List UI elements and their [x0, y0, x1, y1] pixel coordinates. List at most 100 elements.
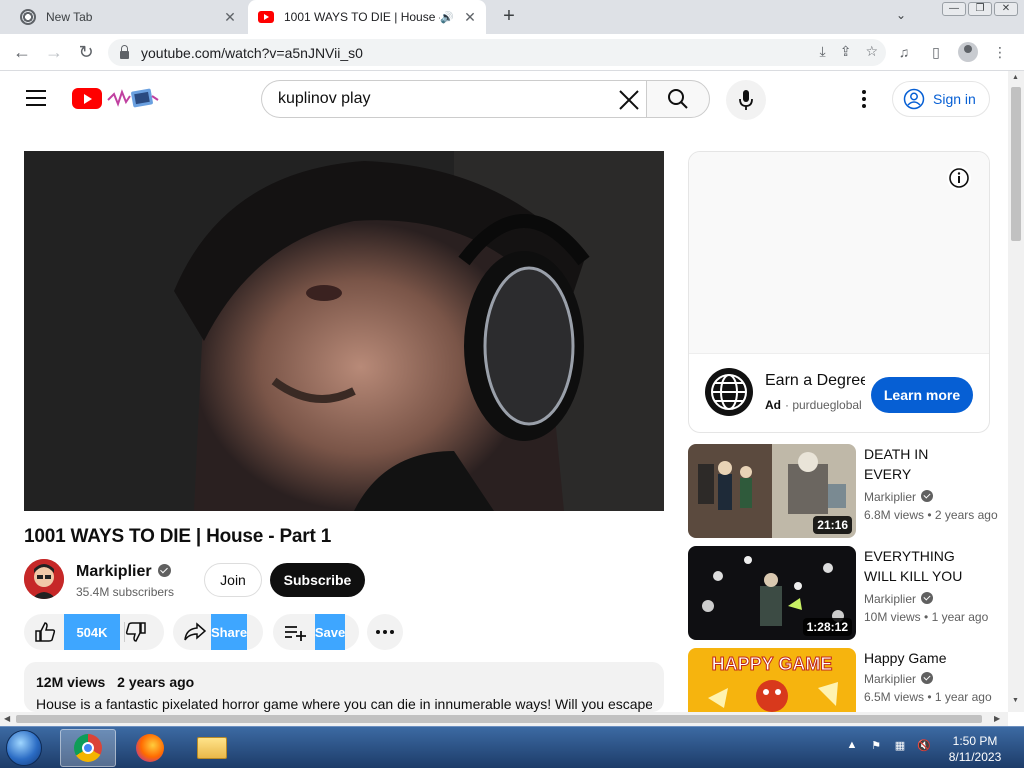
close-window-icon[interactable]: ✕ [994, 2, 1018, 16]
youtube-logo[interactable] [72, 88, 102, 109]
taskbar-explorer[interactable] [184, 729, 240, 767]
tab-youtube[interactable]: 1001 WAYS TO DIE | House - 🔊 ✕ [248, 0, 486, 34]
share-page-icon[interactable]: ⇪ [840, 43, 852, 60]
lock-icon[interactable] [120, 44, 129, 59]
install-icon[interactable]: ⤓ [820, 43, 826, 60]
tray-expand-icon[interactable]: ▲ [844, 739, 860, 755]
chrome-app-icon [74, 734, 102, 762]
ad-tag: Ad [765, 398, 781, 412]
verified-icon [921, 490, 934, 502]
menu-icon[interactable] [26, 90, 46, 106]
description-box[interactable]: 12M views 2 years ago House is a fantast… [24, 662, 664, 712]
rec-channel[interactable]: Markiplier [864, 490, 934, 504]
learn-more-button[interactable]: Learn more [871, 377, 973, 413]
sidepanel-icon[interactable]: ▯ [926, 42, 946, 62]
scroll-down-icon[interactable]: ▼ [1012, 697, 1019, 704]
minimize-icon[interactable]: — [942, 2, 966, 16]
address-bar: ← → ↻ youtube.com/watch?v=a5nJNVii_s0 ⤓ … [0, 34, 1024, 71]
forward-icon[interactable]: → [42, 42, 66, 64]
channel-name[interactable]: Markiplier [76, 563, 171, 581]
share-icon [184, 622, 207, 641]
scroll-up-icon[interactable]: ▲ [1012, 74, 1019, 81]
action-center-icon[interactable]: ⚑ [868, 739, 884, 755]
more-icon[interactable] [856, 88, 872, 110]
recommendation-item[interactable]: 1:28:12 EVERYTHING WILL KILL YOU Markipl… [688, 546, 988, 640]
taskbar-firefox[interactable] [122, 729, 178, 767]
star-icon[interactable]: ☆ [865, 43, 878, 60]
join-button[interactable]: Join [204, 563, 262, 597]
dislike-icon[interactable] [125, 621, 147, 643]
tab-close-icon[interactable]: ✕ [220, 9, 240, 26]
video-meta: 12M views 2 years ago [36, 674, 652, 690]
clear-icon[interactable] [616, 87, 642, 113]
share-button[interactable]: Share [173, 614, 263, 650]
clock-time: 1:50 PM [952, 734, 998, 748]
scroll-thumb[interactable] [1011, 87, 1021, 241]
window-controls: — ❐ ✕ [942, 2, 1018, 16]
tab-new-tab[interactable]: New Tab ✕ [8, 0, 246, 34]
clock[interactable]: 1:50 PM 8/11/2023 [940, 733, 1010, 765]
ad-sponsor: · purdueglobal [785, 398, 861, 412]
like-count[interactable]: 504K [64, 614, 120, 650]
ad-meta: Ad · purdueglobal [765, 398, 861, 412]
rec-title[interactable]: EVERYTHING WILL KILL YOU [864, 546, 968, 586]
horizontal-scrollbar[interactable]: ◀ ▶ [0, 712, 1008, 726]
info-icon[interactable] [947, 166, 971, 190]
folder-app-icon [197, 737, 227, 759]
like-icon[interactable] [34, 621, 56, 643]
firefox-app-icon [136, 734, 164, 762]
rec-title[interactable]: DEATH IN EVERY CORNER [864, 444, 968, 484]
like-dislike-group: 504K [24, 614, 164, 650]
ad-card[interactable]: Earn a Degree Ad · purdueglobal Learn mor… [688, 151, 990, 433]
rec-thumbnail[interactable]: HAPPY GAME [688, 648, 856, 712]
video-player[interactable] [24, 151, 664, 511]
tab-title: 1001 WAYS TO DIE | House - [284, 10, 441, 24]
sign-in-button[interactable]: Sign in [892, 81, 990, 117]
restore-icon[interactable]: ❐ [968, 2, 992, 16]
more-actions-button[interactable] [367, 614, 403, 650]
mic-icon [739, 90, 753, 110]
tab-search-icon[interactable]: ⌄ [896, 8, 906, 22]
tab-close-icon[interactable]: ✕ [460, 9, 480, 26]
chrome-icon [20, 9, 36, 25]
rec-channel[interactable]: Markiplier [864, 672, 934, 686]
save-icon [285, 626, 306, 641]
tab-strip: New Tab ✕ 1001 WAYS TO DIE | House - 🔊 ✕… [0, 0, 1024, 34]
subscriber-count: 35.4M subscribers [76, 585, 175, 599]
start-button[interactable] [6, 730, 42, 766]
url-field[interactable]: youtube.com/watch?v=a5nJNVii_s0 ⤓ ⇪ ☆ [108, 39, 886, 66]
search-input[interactable]: kuplinov play [261, 80, 647, 118]
verified-icon [921, 672, 934, 684]
reload-icon[interactable]: ↻ [74, 42, 98, 64]
account-icon [903, 88, 925, 110]
ad-title[interactable]: Earn a Degree [765, 372, 865, 390]
back-icon[interactable]: ← [10, 42, 34, 64]
chrome-menu-icon[interactable]: ⋮ [990, 42, 1010, 62]
ad-media[interactable] [689, 152, 989, 354]
scroll-thumb[interactable] [16, 715, 982, 723]
ad-logo[interactable] [705, 368, 753, 416]
avatar-image [24, 559, 64, 599]
channel-avatar[interactable] [24, 559, 64, 599]
media-icon[interactable]: ♫ [894, 42, 914, 62]
vertical-scrollbar[interactable]: ▲ ▼ [1008, 71, 1024, 712]
rec-thumbnail[interactable]: 21:16 [688, 444, 856, 538]
scroll-right-icon[interactable]: ▶ [994, 714, 1000, 723]
voice-search-button[interactable] [726, 80, 766, 120]
rec-channel[interactable]: Markiplier [864, 592, 934, 606]
rec-thumbnail[interactable]: 1:28:12 [688, 546, 856, 640]
scroll-left-icon[interactable]: ◀ [4, 714, 10, 723]
recommendation-item[interactable]: 21:16 DEATH IN EVERY CORNER Markiplier 6… [688, 444, 998, 538]
speaker-icon[interactable]: 🔊 [440, 11, 454, 24]
rec-title[interactable]: Happy Game [864, 648, 968, 668]
doodle-icon[interactable] [106, 86, 160, 112]
subscribe-button[interactable]: Subscribe [270, 563, 365, 597]
search-button[interactable] [646, 80, 710, 118]
video-frame [24, 151, 664, 511]
save-button[interactable]: Save [273, 614, 359, 650]
profile-icon[interactable] [958, 42, 978, 62]
network-icon[interactable]: ▦ [892, 739, 908, 755]
taskbar-chrome[interactable] [60, 729, 116, 767]
new-tab-button[interactable]: + [498, 6, 520, 28]
volume-icon[interactable]: 🔇 [916, 739, 932, 755]
